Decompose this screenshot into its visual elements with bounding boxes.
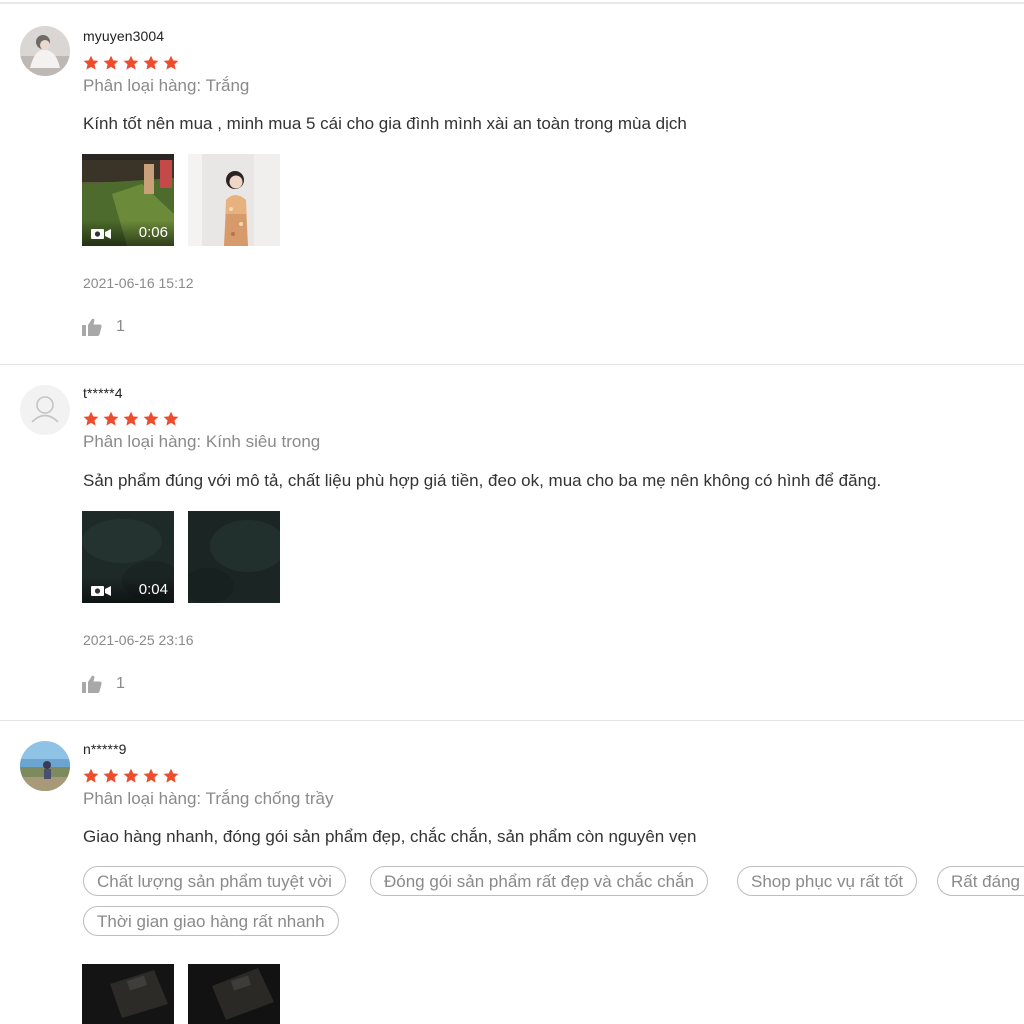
review-tag: Chất lượng sản phẩm tuyệt vời bbox=[83, 866, 346, 896]
star-icon bbox=[163, 768, 179, 783]
star-rating bbox=[83, 55, 179, 71]
product-variant: Phân loại hàng: Trắng bbox=[83, 76, 250, 95]
product-variant: Phân loại hàng: Trắng chống trầy bbox=[83, 789, 334, 808]
product-variant: Phân loại hàng: Kính siêu trong bbox=[83, 432, 321, 451]
review-image-thumbnail[interactable] bbox=[188, 154, 280, 246]
star-icon bbox=[143, 768, 159, 783]
like-button[interactable]: 1 bbox=[82, 318, 125, 336]
user-icon bbox=[31, 396, 59, 423]
review-image-thumbnail[interactable] bbox=[188, 511, 280, 603]
star-icon bbox=[143, 411, 159, 426]
review-image-thumbnail[interactable] bbox=[82, 964, 174, 1024]
reviewer-username[interactable]: t*****4 bbox=[83, 385, 123, 401]
star-icon bbox=[103, 55, 119, 70]
review-timestamp: 2021-06-16 15:12 bbox=[83, 275, 194, 291]
thumbs-up-icon bbox=[82, 675, 102, 693]
review-tag: Rất đáng bbox=[937, 866, 1024, 896]
star-icon bbox=[123, 55, 139, 70]
like-count: 1 bbox=[116, 675, 125, 692]
review-tag: Thời gian giao hàng rất nhanh bbox=[83, 906, 339, 936]
star-icon bbox=[123, 411, 139, 426]
reviewer-username[interactable]: myuyen3004 bbox=[83, 28, 164, 44]
star-icon bbox=[103, 768, 119, 783]
star-icon bbox=[83, 55, 99, 70]
review-comment: Giao hàng nhanh, đóng gói sản phẩm đẹp, … bbox=[83, 827, 697, 846]
avatar[interactable] bbox=[20, 26, 70, 76]
top-divider bbox=[0, 2, 1024, 4]
review-image-thumbnail[interactable] bbox=[188, 964, 280, 1024]
review-comment: Sản phẩm đúng với mô tả, chất liệu phù h… bbox=[83, 471, 882, 490]
review-video-thumbnail[interactable]: 0:06 bbox=[82, 154, 174, 246]
star-icon bbox=[83, 768, 99, 783]
star-rating bbox=[83, 768, 179, 784]
reviewer-username[interactable]: n*****9 bbox=[83, 741, 127, 757]
review-divider bbox=[0, 364, 1024, 365]
star-icon bbox=[123, 768, 139, 783]
star-icon bbox=[163, 411, 179, 426]
like-count: 1 bbox=[116, 318, 125, 335]
review-tag: Shop phục vụ rất tốt bbox=[737, 866, 918, 896]
review-tag: Đóng gói sản phẩm rất đẹp và chắc chắn bbox=[370, 866, 708, 896]
star-icon bbox=[143, 55, 159, 70]
video-camera-icon bbox=[91, 586, 111, 596]
star-icon bbox=[163, 55, 179, 70]
video-duration: 0:06 bbox=[138, 224, 168, 241]
like-button[interactable]: 1 bbox=[82, 675, 125, 693]
avatar[interactable] bbox=[20, 385, 70, 435]
video-duration: 0:04 bbox=[138, 581, 168, 598]
review-comment: Kính tốt nên mua , minh mua 5 cái cho gi… bbox=[83, 114, 687, 133]
star-icon bbox=[103, 411, 119, 426]
review-divider bbox=[0, 720, 1024, 721]
thumbs-up-icon bbox=[82, 318, 102, 336]
review-timestamp: 2021-06-25 23:16 bbox=[83, 632, 194, 648]
avatar[interactable] bbox=[20, 741, 70, 791]
star-icon bbox=[83, 411, 99, 426]
review-video-thumbnail[interactable]: 0:04 bbox=[82, 511, 174, 603]
video-camera-icon bbox=[91, 229, 111, 239]
star-rating bbox=[83, 411, 179, 427]
